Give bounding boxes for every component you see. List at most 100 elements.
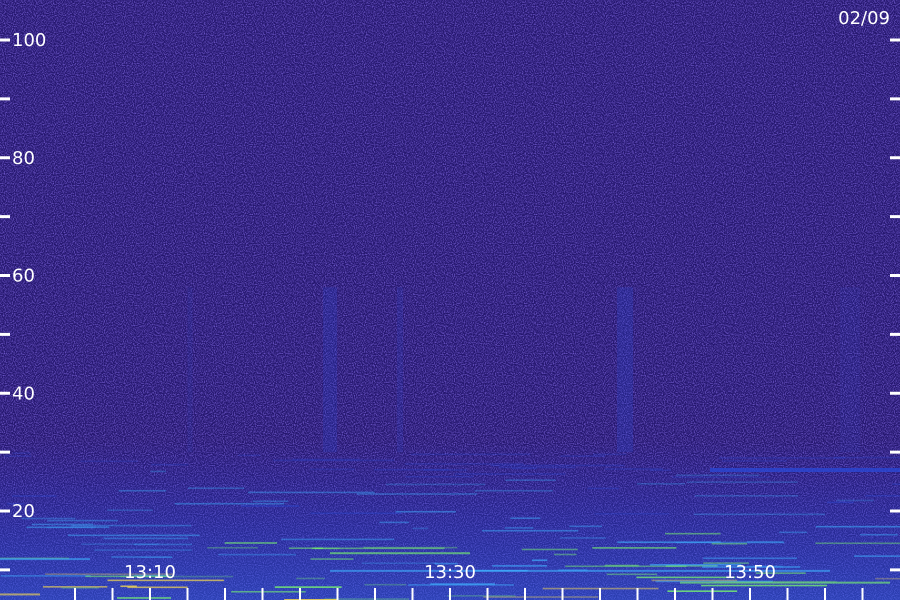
y-tick-label: 60 xyxy=(12,266,35,287)
signal-band xyxy=(363,546,458,549)
signal-band xyxy=(107,509,153,511)
emission-column xyxy=(397,287,403,453)
signal-band xyxy=(224,542,278,544)
signal-band xyxy=(111,556,141,558)
signal-band xyxy=(218,553,297,556)
signal-band xyxy=(604,468,663,470)
signal-band xyxy=(447,595,516,597)
signal-band xyxy=(274,586,342,588)
signal-band xyxy=(687,481,798,483)
signal-band xyxy=(672,476,770,478)
date-label: 02/09 xyxy=(838,8,890,29)
signal-band xyxy=(12,452,31,454)
signal-band xyxy=(521,548,578,551)
signal-band xyxy=(592,453,627,456)
signal-band xyxy=(490,464,625,467)
signal-band xyxy=(252,500,289,503)
signal-band xyxy=(560,455,606,457)
signal-band xyxy=(116,597,172,599)
emission-column xyxy=(840,287,860,453)
signal-band xyxy=(664,532,721,535)
signal-band xyxy=(860,533,898,536)
signal-band xyxy=(231,590,306,593)
x-tick-label: 13:30 xyxy=(424,562,476,583)
signal-band xyxy=(474,489,553,492)
signal-band xyxy=(815,542,900,545)
signal-band xyxy=(853,555,900,557)
signal-band xyxy=(718,457,846,459)
signal-band xyxy=(504,527,534,529)
signal-band xyxy=(150,463,189,466)
signal-band xyxy=(710,468,900,473)
signal-band xyxy=(405,475,474,478)
signal-band xyxy=(498,466,576,469)
emission-column xyxy=(187,287,193,453)
signal-band xyxy=(703,557,798,560)
signal-band xyxy=(61,587,99,589)
signal-streak xyxy=(330,552,470,555)
signal-band xyxy=(701,584,828,587)
signal-band xyxy=(606,573,658,576)
signal-band xyxy=(492,565,547,567)
y-tick-label: 40 xyxy=(12,383,35,404)
signal-band xyxy=(379,521,409,524)
emission-column xyxy=(617,287,633,453)
signal-band xyxy=(404,463,524,465)
signal-band xyxy=(594,512,669,515)
signal-band xyxy=(281,538,395,541)
signal-band xyxy=(374,468,449,471)
signal-band xyxy=(0,575,91,577)
signal-band xyxy=(587,487,619,490)
signal-band xyxy=(569,525,602,528)
signal-band xyxy=(892,483,900,486)
signal-band xyxy=(31,523,94,526)
signal-band xyxy=(827,501,854,504)
signal-band xyxy=(364,583,407,586)
signal-band xyxy=(637,483,686,485)
emission-column xyxy=(323,287,337,453)
signal-streak xyxy=(0,558,90,561)
signal-band xyxy=(675,474,760,477)
signal-band xyxy=(395,510,456,513)
signal-band xyxy=(510,517,541,520)
signal-band xyxy=(385,483,486,486)
signal-band xyxy=(207,546,258,549)
signal-band xyxy=(80,460,138,463)
signal-streak xyxy=(680,581,890,584)
x-tick-label: 13:50 xyxy=(724,562,776,583)
signal-band xyxy=(410,453,531,456)
signal-band xyxy=(150,470,166,473)
signal-band xyxy=(238,454,261,457)
signal-band xyxy=(747,541,784,543)
signal-band xyxy=(505,479,556,481)
signal-band xyxy=(356,493,477,495)
signal-band xyxy=(310,468,355,471)
signal-band xyxy=(94,549,192,551)
signal-band xyxy=(722,460,787,462)
signal-band xyxy=(310,512,402,515)
signal-streak xyxy=(0,593,40,596)
signal-band xyxy=(693,513,826,516)
signal-band xyxy=(454,473,566,475)
signal-band xyxy=(836,499,874,502)
signal-band xyxy=(174,502,285,505)
signal-band xyxy=(118,489,167,492)
signal-band xyxy=(247,491,375,494)
signal-band xyxy=(4,455,32,457)
signal-band xyxy=(47,519,118,522)
signal-band xyxy=(531,559,548,562)
signal-band xyxy=(667,590,738,592)
signal-band xyxy=(103,537,188,540)
signal-band xyxy=(12,495,57,497)
signal-band xyxy=(241,505,300,507)
y-tick-label: 100 xyxy=(12,30,46,51)
signal-band xyxy=(694,495,799,497)
x-tick-label: 13:10 xyxy=(124,562,176,583)
signal-band xyxy=(815,525,900,528)
signal-band xyxy=(133,543,193,546)
signal-band xyxy=(296,577,325,580)
signal-band xyxy=(560,537,606,539)
y-tick-label: 20 xyxy=(12,501,35,522)
spectrogram-chart: 100 80 60 40 20 13:10 13:30 13:50 02/09 xyxy=(0,0,900,600)
signal-band xyxy=(310,558,354,560)
